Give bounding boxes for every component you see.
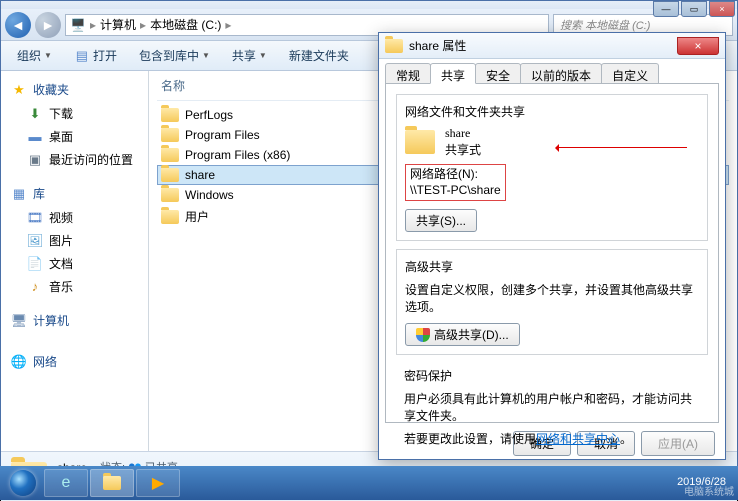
computer-icon: 🖥 (11, 313, 27, 329)
picture-icon: 🖼 (27, 233, 43, 249)
sidebar-item-documents[interactable]: 📄文档 (1, 252, 148, 275)
password-desc1: 用户必须具有此计算机的用户帐户和密码，才能访问共享文件夹。 (404, 390, 700, 424)
sidebar-item-network[interactable]: 🌐网络 (1, 349, 148, 374)
favorites-header[interactable]: ★收藏夹 (1, 77, 148, 102)
folder-icon (161, 210, 179, 224)
computer-icon: 🖥️ (70, 17, 86, 33)
share-menu[interactable]: 共享▼ (224, 44, 275, 67)
advanced-share-section: 高级共享 设置自定义权限，创建多个共享，并设置其他高级共享选项。 高级共享(D)… (396, 249, 708, 355)
sidebar: ★收藏夹 ⬇下载 ▬桌面 ▣最近访问的位置 ▦库 🎞视频 🖼图片 📄文档 ♪音乐… (1, 71, 149, 451)
network-share-section: 网络文件和文件夹共享 share 共享式 网络路径(N): \\TEST-PC\… (396, 94, 708, 241)
dialog-titlebar[interactable]: share 属性 × (379, 33, 725, 59)
start-button[interactable] (4, 468, 42, 498)
task-ie[interactable]: e (44, 469, 88, 497)
sidebar-item-computer[interactable]: 🖥计算机 (1, 308, 148, 333)
maximize-button[interactable]: ▭ (681, 1, 707, 17)
folder-icon (161, 168, 179, 182)
shield-icon (416, 328, 430, 342)
minimize-button[interactable]: — (653, 1, 679, 17)
desktop-icon: ▬ (27, 129, 43, 145)
watermark: 电脑系统城 (684, 483, 734, 498)
section-title: 密码保护 (404, 367, 700, 384)
folder-icon (405, 130, 435, 154)
crumb-computer[interactable]: 计算机 (100, 16, 136, 33)
folder-icon (161, 128, 179, 142)
newfolder-button[interactable]: 新建文件夹 (281, 44, 357, 67)
sidebar-item-pictures[interactable]: 🖼图片 (1, 229, 148, 252)
download-icon: ⬇ (27, 106, 43, 122)
path-label: 网络路径(N): (410, 167, 501, 183)
windows-orb-icon (10, 470, 36, 496)
folder-icon (103, 476, 121, 490)
dialog-close-button[interactable]: × (677, 37, 719, 55)
sidebar-item-downloads[interactable]: ⬇下载 (1, 102, 148, 125)
chevron-icon: ▸ (90, 18, 96, 32)
crumb-drive[interactable]: 本地磁盘 (C:) (150, 16, 221, 33)
password-section: 密码保护 用户必须具有此计算机的用户帐户和密码，才能访问共享文件夹。 若要更改此… (396, 363, 708, 451)
document-icon: 📄 (27, 256, 43, 272)
video-icon: 🎞 (27, 210, 43, 226)
dialog-title: share 属性 (409, 37, 466, 54)
organize-menu[interactable]: 组织▼ (9, 44, 60, 67)
taskbar: e ▶ 2019/6/28 电脑系统城 (0, 466, 738, 500)
share-state: 共享式 (445, 141, 481, 158)
star-icon: ★ (11, 82, 27, 98)
task-explorer[interactable] (90, 469, 134, 497)
tab-share[interactable]: 共享 (430, 63, 476, 84)
tab-general[interactable]: 常规 (385, 63, 431, 83)
folder-icon (161, 188, 179, 202)
path-value: \\TEST-PC\share (410, 183, 501, 199)
tab-custom[interactable]: 自定义 (601, 63, 659, 83)
tab-security[interactable]: 安全 (475, 63, 521, 83)
network-icon: 🌐 (11, 354, 27, 370)
search-placeholder: 搜索 本地磁盘 (C:) (560, 17, 650, 33)
forward-button[interactable]: ► (35, 12, 61, 38)
open-button[interactable]: ▤打开 (66, 44, 125, 67)
back-button[interactable]: ◄ (5, 12, 31, 38)
open-icon: ▤ (74, 48, 90, 64)
share-name: share (445, 126, 481, 141)
section-title: 高级共享 (405, 258, 699, 275)
include-menu[interactable]: 包含到库中▼ (131, 44, 218, 67)
libraries-header[interactable]: ▦库 (1, 181, 148, 206)
recent-icon: ▣ (27, 152, 43, 168)
music-icon: ♪ (27, 279, 43, 295)
password-desc2: 若要更改此设置，请使用网络和共享中心。 (404, 430, 700, 447)
library-icon: ▦ (11, 186, 27, 202)
section-desc: 设置自定义权限，创建多个共享，并设置其他高级共享选项。 (405, 281, 699, 315)
advanced-share-button[interactable]: 高级共享(D)... (405, 323, 520, 346)
properties-dialog: share 属性 × 常规 共享 安全 以前的版本 自定义 网络文件和文件夹共享… (378, 32, 726, 460)
share-button[interactable]: 共享(S)... (405, 209, 477, 232)
network-path-box: 网络路径(N): \\TEST-PC\share (405, 164, 506, 201)
sidebar-item-desktop[interactable]: ▬桌面 (1, 125, 148, 148)
titlebar: — ▭ × (1, 1, 737, 9)
chevron-icon: ▸ (225, 18, 231, 32)
folder-icon (161, 148, 179, 162)
tab-previous[interactable]: 以前的版本 (520, 63, 602, 83)
sidebar-item-music[interactable]: ♪音乐 (1, 275, 148, 298)
folder-icon (161, 108, 179, 122)
network-center-link[interactable]: 网络和共享中心 (536, 432, 620, 446)
folder-icon (385, 39, 403, 53)
task-media[interactable]: ▶ (136, 469, 180, 497)
tab-strip: 常规 共享 安全 以前的版本 自定义 (379, 59, 725, 83)
sidebar-item-video[interactable]: 🎞视频 (1, 206, 148, 229)
tab-content: 网络文件和文件夹共享 share 共享式 网络路径(N): \\TEST-PC\… (385, 83, 719, 423)
section-title: 网络文件和文件夹共享 (405, 103, 699, 120)
sidebar-item-recent[interactable]: ▣最近访问的位置 (1, 148, 148, 171)
annotation-arrow (557, 147, 687, 148)
chevron-icon: ▸ (140, 18, 146, 32)
close-button[interactable]: × (709, 1, 735, 17)
